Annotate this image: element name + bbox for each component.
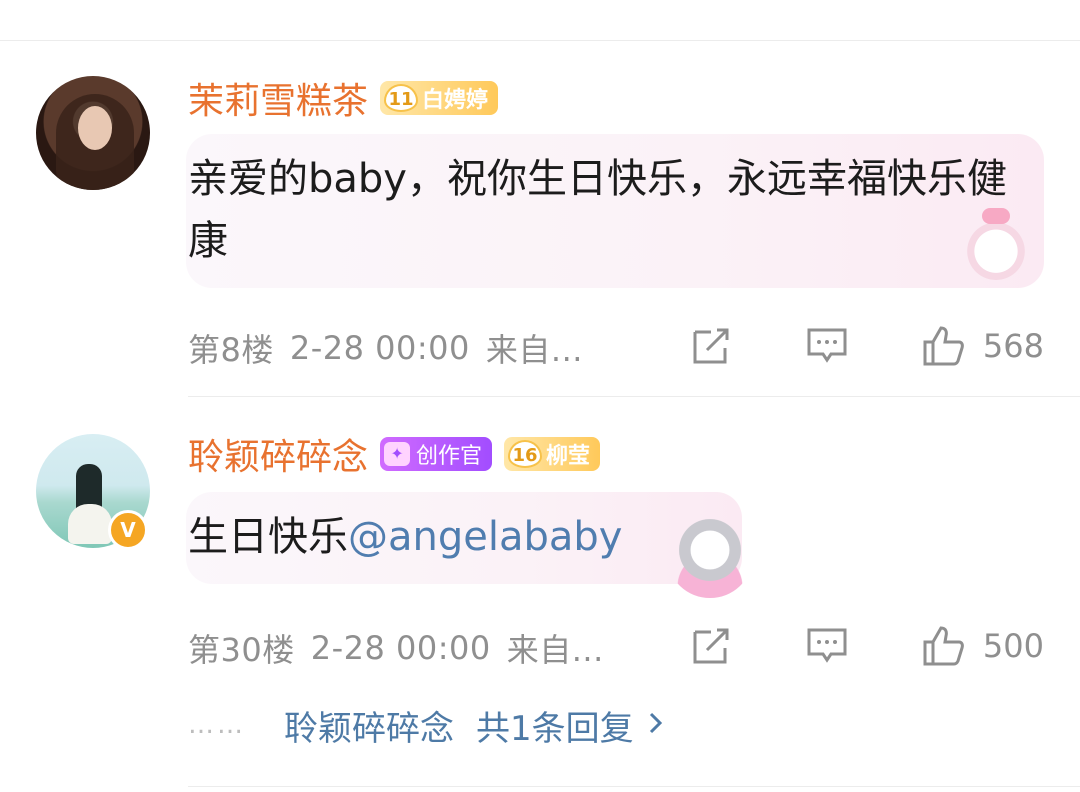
comment-actions: 500 [689, 626, 1044, 666]
verified-badge: V [108, 510, 148, 550]
source-label: 来自... [485, 331, 583, 369]
comment-text: 生日快乐@angelababy [188, 506, 706, 568]
cat-sticker [668, 518, 752, 598]
creator-label: 创作官 [416, 444, 483, 469]
username[interactable]: 茉莉雪糕茶 [188, 72, 368, 124]
mention-link[interactable]: @angelababy [348, 514, 622, 560]
chevron-right-icon[interactable] [646, 708, 666, 742]
reply-username[interactable]: 聆颖碎碎念 [284, 701, 454, 750]
share-icon[interactable] [689, 326, 733, 366]
comment-header: 聆颖碎碎念 ✦ 创作官 16 柳莹 [188, 432, 601, 478]
timestamp: 2-28 00:00 [289, 329, 470, 367]
comment-bubble[interactable]: 亲爱的baby，祝你生日快乐，永远幸福快乐健康 [186, 134, 1044, 288]
like-icon[interactable] [921, 326, 965, 366]
comment-text: 亲爱的baby，祝你生日快乐，永远幸福快乐健康 [188, 156, 1007, 264]
comment-icon[interactable] [805, 326, 849, 366]
creator-badge[interactable]: ✦ 创作官 [380, 437, 493, 471]
comment-header: 茉莉雪糕茶 11 白娉婷 [188, 76, 499, 122]
top-divider [0, 40, 1080, 41]
reply-preview[interactable]: …… 聆颖碎碎念 共1条回复 [188, 700, 666, 750]
fan-level-badge[interactable]: 11 白娉婷 [380, 81, 499, 115]
fan-label: 柳莹 [546, 444, 591, 469]
fan-level-badge[interactable]: 16 柳莹 [504, 437, 601, 471]
user-avatar[interactable] [36, 76, 150, 190]
source-label: 来自... [506, 631, 604, 669]
username[interactable]: 聆颖碎碎念 [188, 428, 368, 480]
like-icon[interactable] [921, 626, 965, 666]
comment-icon[interactable] [805, 626, 849, 666]
timestamp: 2-28 00:00 [310, 629, 491, 667]
comment-text-prefix: 生日快乐 [188, 514, 348, 560]
floor-label: 第8楼 [188, 331, 274, 369]
comment-divider [188, 396, 1080, 397]
bunny-sticker [964, 208, 1028, 280]
comment-actions: 568 [689, 326, 1044, 366]
share-icon[interactable] [689, 626, 733, 666]
like-count: 568 [982, 327, 1044, 365]
creator-icon: ✦ [384, 442, 411, 466]
avatar-dress [68, 504, 112, 544]
level-number: 16 [508, 440, 543, 468]
level-number: 11 [384, 84, 419, 112]
reply-dots: …… [188, 710, 246, 740]
reply-count[interactable]: 共1条回复 [476, 701, 634, 750]
floor-label: 第30楼 [188, 631, 295, 669]
bottom-divider [188, 786, 1080, 787]
comment-bubble[interactable]: 生日快乐@angelababy [186, 492, 742, 584]
avatar-face [78, 106, 112, 150]
like-count: 500 [982, 627, 1044, 665]
fan-label: 白娉婷 [422, 88, 489, 113]
